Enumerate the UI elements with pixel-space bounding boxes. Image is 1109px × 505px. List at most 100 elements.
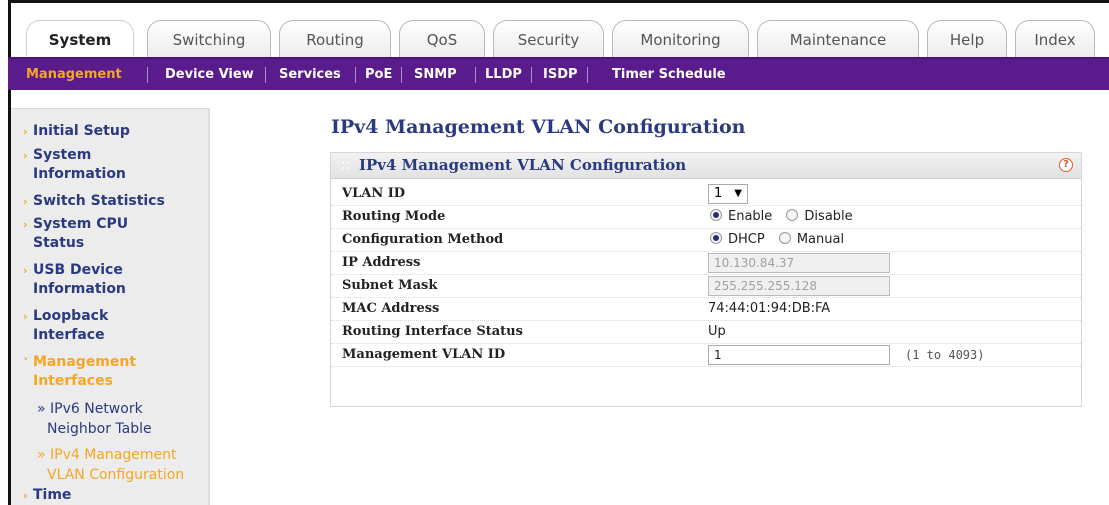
subnav-services[interactable]: Services: [279, 59, 341, 90]
sidebar-subitem-ipv6-neighbor-table[interactable]: » IPv6 Network Neighbor Table: [37, 399, 152, 439]
tab-qos[interactable]: QoS: [399, 20, 485, 58]
subnav-separator: [355, 67, 356, 83]
sidebar-item-switch-statistics[interactable]: › Switch Statistics: [23, 192, 165, 211]
sidebar-item-initial-setup[interactable]: › Initial Setup: [23, 122, 130, 141]
tab-system[interactable]: System: [26, 20, 134, 60]
sidebar-item-management-interfaces[interactable]: ˅ Management Interfaces: [23, 353, 136, 390]
sidebar-item-label: Initial Setup: [33, 123, 130, 139]
subnav-separator: [265, 67, 266, 83]
sidebar: › Initial Setup › System Information › Switc…: [11, 108, 210, 505]
chevron-right-icon: ›: [23, 489, 28, 502]
sidebar-item-label: VLAN Configuration: [47, 467, 185, 483]
sidebar-item-label: System CPU: [33, 216, 129, 232]
sidebar-item-loopback-interface[interactable]: › Loopback Interface: [23, 307, 108, 344]
tab-routing[interactable]: Routing: [279, 20, 391, 58]
sidebar-item-label: System: [33, 147, 92, 163]
subnav-separator: [147, 67, 148, 83]
sidebar-item-label: USB Device: [33, 262, 123, 278]
subnav-separator: [587, 67, 588, 83]
vlan-id-label: VLAN ID: [342, 186, 406, 201]
subnav-management[interactable]: Management: [26, 59, 122, 90]
radio-unselected-icon[interactable]: [786, 209, 799, 221]
mac-address-value: 74:44:01:94:DB:FA: [708, 301, 831, 316]
subnet-mask-label: Subnet Mask: [342, 278, 438, 293]
row-routing-interface-status: Routing Interface Status Up: [331, 321, 1081, 344]
sidebar-item-label: Loopback: [33, 308, 109, 324]
sidebar-item-usb-device-information[interactable]: › USB Device Information: [23, 261, 126, 298]
sidebar-item-label: Status: [33, 235, 85, 251]
sidebar-item-system-information[interactable]: › System Information: [23, 146, 126, 183]
radio-label: Enable: [728, 209, 773, 224]
mac-address-label: MAC Address: [342, 301, 440, 316]
sidebar-item-label: Interfaces: [33, 373, 113, 389]
routing-mode-enable-option[interactable]: Enable: [710, 209, 772, 224]
row-ip-address: IP Address 10.130.84.37: [331, 252, 1081, 275]
ip-address-label: IP Address: [342, 255, 421, 270]
subnav-separator: [401, 67, 402, 83]
sidebar-item-label: Interface: [33, 327, 105, 343]
routing-mode-disable-option[interactable]: Disable: [786, 209, 853, 224]
tab-maintenance[interactable]: Maintenance: [757, 20, 919, 58]
radio-selected-icon[interactable]: [710, 209, 722, 221]
subnav-snmp[interactable]: SNMP: [414, 59, 457, 90]
vlan-id-value: 1: [714, 186, 723, 201]
subnav-lldp[interactable]: LLDP: [485, 59, 522, 90]
subnav-isdp[interactable]: ISDP: [543, 59, 578, 90]
routing-interface-status-value: Up: [708, 324, 726, 339]
panel-header: :: IPv4 Management VLAN Configuration ?: [331, 153, 1081, 179]
sidebar-subitem-ipv4-mgmt-vlan[interactable]: » IPv4 Management VLAN Configuration: [37, 445, 184, 485]
radio-selected-icon[interactable]: [710, 232, 722, 244]
config-method-manual-option[interactable]: Manual: [778, 232, 845, 247]
row-configuration-method: Configuration Method DHCP Manual: [331, 229, 1081, 252]
subnav-separator: [531, 67, 532, 83]
radio-unselected-icon[interactable]: [778, 232, 791, 244]
sidebar-item-system-cpu-status[interactable]: › System CPU Status: [23, 215, 128, 252]
vlan-id-select[interactable]: 1 ▼: [708, 184, 748, 204]
subnav-timer-schedule[interactable]: Timer Schedule: [612, 59, 726, 90]
subnav-device-view[interactable]: Device View: [165, 59, 254, 90]
subnav-poe[interactable]: PoE: [365, 59, 392, 90]
routing-mode-radio-group: Enable Disable: [710, 209, 863, 224]
management-vlan-id-field[interactable]: 1: [708, 345, 890, 365]
radio-label: DHCP: [728, 232, 765, 247]
management-vlan-id-label: Management VLAN ID: [342, 347, 506, 362]
page-title: IPv4 Management VLAN Configuration: [331, 116, 746, 138]
row-vlan-id: VLAN ID 1 ▼: [331, 183, 1081, 206]
radio-label: Disable: [804, 209, 853, 224]
sidebar-item-label: Information: [33, 281, 126, 297]
chevron-right-icon: ›: [23, 264, 28, 277]
panel-title: IPv4 Management VLAN Configuration: [359, 156, 687, 174]
chevron-right-icon: ›: [23, 195, 28, 208]
subnet-mask-field: 255.255.255.128: [708, 276, 890, 296]
sidebar-item-label: » IPv4 Management: [37, 447, 177, 463]
help-icon[interactable]: ?: [1059, 158, 1073, 172]
config-panel: :: IPv4 Management VLAN Configuration ? …: [330, 152, 1082, 407]
sidebar-item-time[interactable]: › Time: [23, 486, 71, 505]
chevron-right-icon: ›: [23, 149, 28, 162]
row-mac-address: MAC Address 74:44:01:94:DB:FA: [331, 298, 1081, 321]
main-tabs: System Switching Routing QoS Security Mo…: [26, 20, 1106, 60]
routing-mode-label: Routing Mode: [342, 209, 446, 224]
sidebar-item-label: Switch Statistics: [33, 193, 165, 209]
chevron-right-icon: ›: [23, 125, 28, 138]
tab-help[interactable]: Help: [927, 20, 1007, 58]
subnav-separator: [475, 67, 476, 83]
radio-label: Manual: [796, 232, 845, 247]
sidebar-item-label: Neighbor Table: [47, 421, 152, 437]
ip-address-field: 10.130.84.37: [708, 253, 890, 273]
tab-security[interactable]: Security: [493, 20, 604, 58]
tab-monitoring[interactable]: Monitoring: [612, 20, 749, 58]
management-vlan-id-range: (1 to 4093): [905, 348, 985, 362]
chevron-right-icon: ›: [23, 310, 28, 323]
routing-interface-status-label: Routing Interface Status: [342, 324, 523, 339]
sidebar-item-label: » IPv6 Network: [37, 401, 143, 417]
row-routing-mode: Routing Mode Enable Disable: [331, 206, 1081, 229]
row-management-vlan-id: Management VLAN ID 1 (1 to 4093): [331, 344, 1081, 367]
sidebar-item-label: Information: [33, 166, 126, 182]
tab-index[interactable]: Index: [1015, 20, 1095, 58]
drag-handle-icon: ::: [341, 157, 351, 173]
config-method-dhcp-option[interactable]: DHCP: [710, 232, 765, 247]
tab-switching[interactable]: Switching: [147, 20, 271, 58]
chevron-down-icon: ˅: [23, 356, 29, 369]
chevron-right-icon: ›: [23, 218, 28, 231]
